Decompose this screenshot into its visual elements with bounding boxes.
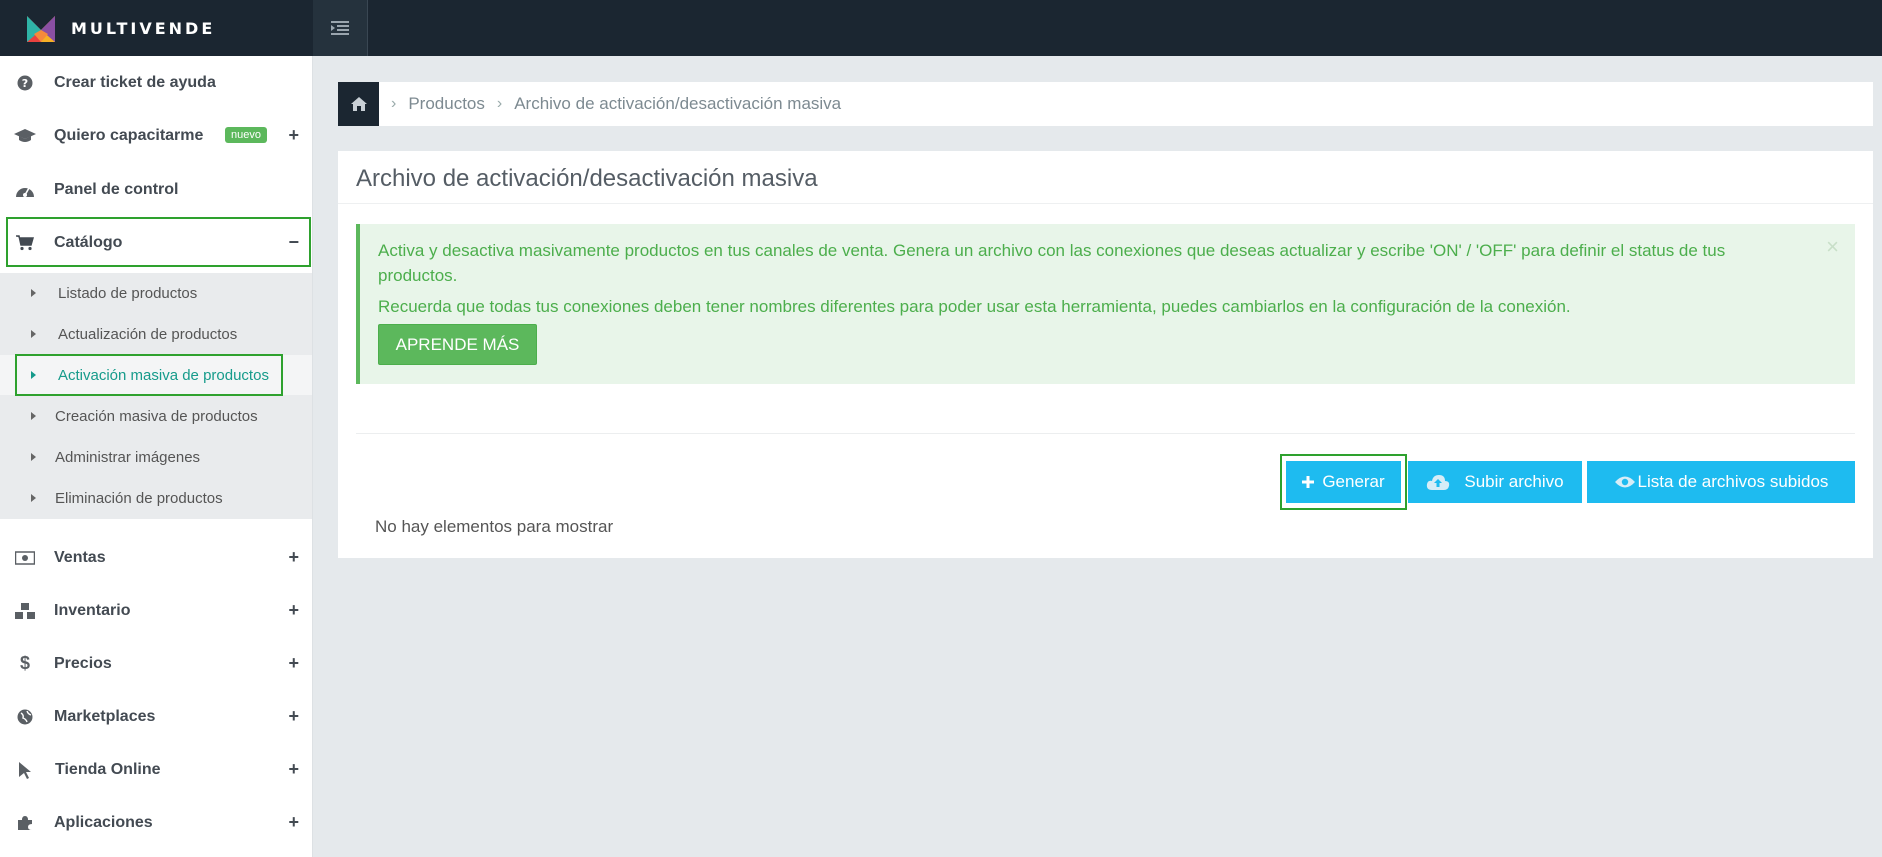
submenu-item-creacion-masiva[interactable]: Creación masiva de productos [0,396,312,436]
money-icon [14,547,36,569]
sidebar-item-label: Precios [54,654,112,672]
expand-icon: + [288,547,299,567]
sidebar-item-capacitarme[interactable]: Quiero capacitarme nuevo + [0,109,313,162]
question-circle-icon: ? [14,72,36,94]
cubes-icon [14,600,36,622]
dollar-icon: $ [19,653,30,673]
breadcrumb-item-current: Archivo de activación/desactivación masi… [514,94,842,113]
upload-button-label: Subir archivo [1464,472,1564,491]
learn-more-button[interactable]: APRENDE MÁS [378,324,537,365]
new-badge: nuevo [225,127,267,143]
submenu-item-label: Activación masiva de productos [58,366,269,384]
sidebar-item-label: Inventario [54,601,131,619]
expand-icon: + [288,759,299,779]
sidebar-item-tienda-online[interactable]: Tienda Online + [0,743,313,796]
submenu-item-activacion-masiva[interactable]: Activación masiva de productos [0,355,312,395]
plus-icon [1302,476,1315,488]
puzzle-icon [14,812,36,834]
sidebar-item-label: Marketplaces [54,707,156,725]
alert-text-1: Activa y desactiva masivamente productos… [378,241,1726,285]
generate-button[interactable]: Generar [1286,461,1401,503]
sidebar-item-marketplaces[interactable]: Marketplaces + [0,690,313,743]
uploaded-files-list-button[interactable]: Lista de archivos subidos [1587,461,1855,503]
sidebar-item-inventario[interactable]: Inventario + [0,584,313,637]
sidebar-item-label: Ventas [54,548,106,566]
shopping-cart-icon [14,232,36,254]
expand-icon: + [288,706,299,726]
breadcrumb-item-productos[interactable]: Productos [408,94,485,114]
close-icon[interactable]: × [1826,234,1839,260]
sidebar-item-crear-ticket[interactable]: ? Crear ticket de ayuda [0,56,313,109]
globe-icon [14,706,36,728]
sidebar-item-catalogo[interactable]: Catálogo − [0,216,313,269]
submenu-item-label: Actualización de productos [58,325,238,343]
divider [356,433,1855,434]
cloud-upload-icon [1426,473,1450,491]
pointer-icon [14,759,36,781]
sidebar-item-label: Crear ticket de ayuda [54,73,216,91]
chevron-right-icon: › [391,95,397,112]
eye-icon [1614,475,1636,489]
caret-right-icon [31,412,36,420]
graduation-cap-icon [14,125,36,147]
sidebar-item-label: Tienda Online [55,760,161,778]
empty-state-message: No hay elementos para mostrar [375,517,614,536]
upload-file-button[interactable]: Subir archivo [1408,461,1582,503]
submenu-item-listado[interactable]: Listado de productos [0,273,312,313]
sidebar-item-label: Quiero capacitarme [54,126,204,144]
submenu-item-imagenes[interactable]: Administrar imágenes [0,437,312,477]
sidebar-item-ventas[interactable]: Ventas + [0,531,313,584]
expand-icon: + [288,125,299,145]
expand-icon: + [288,653,299,673]
home-icon [350,97,367,111]
generate-button-label: Generar [1322,472,1385,491]
submenu-item-actualizacion[interactable]: Actualización de productos [0,314,312,354]
sidebar-item-label: Aplicaciones [54,813,153,831]
expand-icon: + [288,812,299,832]
sidebar-item-panel-de-control[interactable]: Panel de control [0,163,313,216]
info-alert: Activa y desactiva masivamente productos… [356,224,1855,384]
collapse-icon: − [288,232,299,252]
home-button[interactable] [338,82,379,126]
catalog-submenu: Listado de productos Actualización de pr… [0,273,312,519]
caret-right-icon [31,330,36,338]
breadcrumb: › Productos › Archivo de activación/desa… [338,82,1873,126]
caret-right-icon [31,453,36,461]
sidebar: ? Crear ticket de ayuda Quiero capacitar… [0,56,313,857]
caret-right-icon [31,494,36,502]
sidebar-item-precios[interactable]: $ Precios + [0,637,313,690]
sidebar-item-label: Catálogo [54,233,123,251]
chevron-right-icon: › [496,95,503,112]
caret-right-icon [31,289,36,297]
caret-right-icon [31,371,36,379]
brand-name: MULTIVENDE [71,18,216,38]
alert-text-2: Recuerda que todas tus conexiones deben … [378,297,1571,316]
sidebar-item-aplicaciones[interactable]: Aplicaciones + [0,796,313,849]
dashboard-icon [14,179,36,201]
menu-collapse-icon [331,21,349,35]
submenu-item-label: Listado de productos [58,284,198,302]
expand-icon: + [288,600,299,620]
submenu-item-label: Creación masiva de productos [55,407,258,425]
submenu-item-label: Eliminación de productos [55,489,223,507]
submenu-item-eliminacion[interactable]: Eliminación de productos [0,478,312,518]
page-title: Archivo de activación/desactivación masi… [356,165,818,192]
brand[interactable]: MULTIVENDE [0,0,313,56]
svg-text:?: ? [22,77,28,90]
divider [338,203,1873,204]
submenu-item-label: Administrar imágenes [55,448,201,466]
multivende-logo-icon [27,16,55,42]
list-button-label: Lista de archivos subidos [1637,472,1829,491]
main-panel: Archivo de activación/desactivación masi… [338,151,1873,558]
sidebar-item-label: Panel de control [54,180,179,198]
sidebar-toggle-button[interactable] [313,0,368,56]
